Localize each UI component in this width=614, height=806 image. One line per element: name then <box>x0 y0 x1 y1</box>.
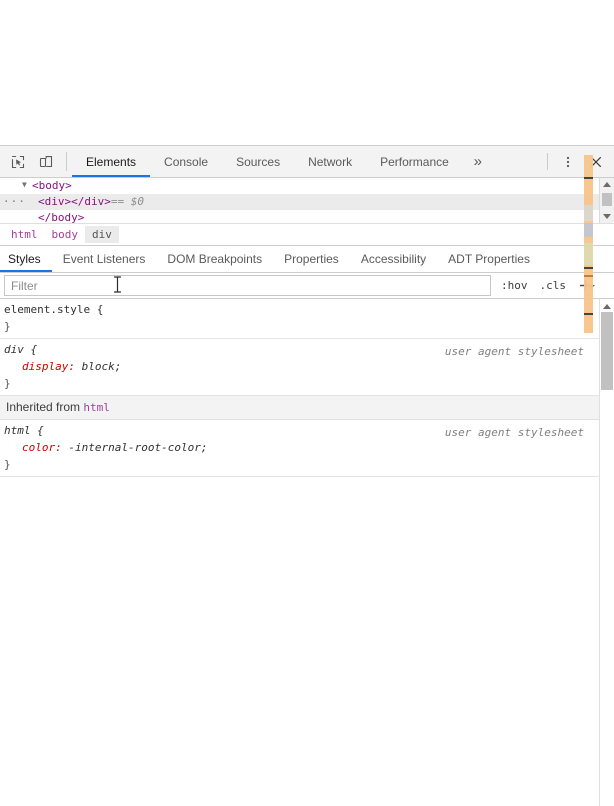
scrollbar-repaint-artifact <box>584 155 593 333</box>
styles-rules-pane[interactable]: element.style { } div { user agent style… <box>0 299 614 806</box>
tab-styles-label: Styles <box>8 252 41 266</box>
devtools-main-toolbar: Elements Console Sources Network Perform… <box>0 146 614 178</box>
tab-accessibility[interactable]: Accessibility <box>350 246 437 272</box>
rule-selector-line[interactable]: element.style { <box>0 301 614 318</box>
tab-dom-breakpoints-label: DOM Breakpoints <box>167 252 263 266</box>
dom-scroll-thumb[interactable] <box>602 193 612 206</box>
tab-elements[interactable]: Elements <box>72 146 151 177</box>
dom-row-div-selected[interactable]: ··· <div></div>== $0 <box>0 194 614 210</box>
tab-sources-label: Sources <box>236 154 281 169</box>
kebab-menu-icon[interactable] <box>554 146 582 177</box>
rule-close-brace: } <box>0 318 614 335</box>
more-tabs-chevron-icon[interactable]: » <box>463 146 493 177</box>
toolbar-right-separator <box>547 153 548 170</box>
declaration-display[interactable]: display: block; <box>0 358 614 375</box>
toggle-element-class-button[interactable]: .cls <box>534 277 573 294</box>
declaration-name-color[interactable]: color: <box>22 441 62 454</box>
tab-sources[interactable]: Sources <box>222 146 294 177</box>
more-tabs-label: » <box>473 153 482 170</box>
declaration-color[interactable]: color: -internal-root-color; <box>0 439 614 456</box>
filter-input[interactable] <box>4 275 491 296</box>
dom-tag-div-open: <div> <box>38 195 72 208</box>
inherited-from-selector[interactable]: html <box>83 401 110 414</box>
rule-close-brace-text: } <box>4 458 11 471</box>
dom-scroll-down-arrow-icon[interactable] <box>600 210 614 223</box>
rule-close-brace-text: } <box>4 320 11 333</box>
dom-tag-body-open: <body> <box>32 179 72 192</box>
styles-pane-scrollbar[interactable] <box>599 299 614 806</box>
tab-network[interactable]: Network <box>294 146 366 177</box>
tab-accessibility-label: Accessibility <box>360 252 427 266</box>
tab-performance[interactable]: Performance <box>366 146 463 177</box>
dom-row-body-open[interactable]: ▼ <body> <box>0 178 614 194</box>
breadcrumb-item-body[interactable]: body <box>45 226 86 243</box>
tab-event-listeners[interactable]: Event Listeners <box>52 246 157 272</box>
dom-selected-ref: == $0 <box>110 195 144 208</box>
tab-properties[interactable]: Properties <box>273 246 350 272</box>
declaration-name-display[interactable]: display: <box>22 360 75 373</box>
toolbar-right-controls <box>541 146 614 177</box>
dom-row-body-close[interactable]: </body> <box>0 210 614 224</box>
style-rule-element-style[interactable]: element.style { } <box>0 299 614 339</box>
tab-console[interactable]: Console <box>150 146 222 177</box>
dom-tag-body-close: </body> <box>38 211 85 224</box>
panel-tabs: Elements Console Sources Network Perform… <box>72 146 541 177</box>
breadcrumb: html body div <box>0 224 614 246</box>
rule-selector-div: div { <box>4 343 38 356</box>
toggle-pseudo-state-button[interactable]: :hov <box>495 277 534 294</box>
tab-performance-label: Performance <box>380 154 449 169</box>
style-rule-html[interactable]: html { user agent stylesheet color: -int… <box>0 420 614 477</box>
tab-styles[interactable]: Styles <box>0 246 52 272</box>
dom-tag-div-close: </div> <box>71 195 111 208</box>
tab-network-label: Network <box>308 154 353 169</box>
rule-close-brace: } <box>0 456 614 473</box>
tab-adt-properties-label: ADT Properties <box>448 252 530 266</box>
declaration-value-display[interactable]: block; <box>82 360 122 373</box>
rule-selector-line[interactable]: html { user agent stylesheet <box>0 422 614 439</box>
rule-selector-line[interactable]: div { user agent stylesheet <box>0 341 614 358</box>
device-toolbar-icon[interactable] <box>32 146 60 177</box>
tab-event-listeners-label: Event Listeners <box>62 252 146 266</box>
breadcrumb-item-html[interactable]: html <box>4 226 45 243</box>
dom-row-ellipsis-badge[interactable]: ··· <box>3 196 26 207</box>
declaration-value-color[interactable]: -internal-root-color; <box>68 441 207 454</box>
inherited-from-label: Inherited from <box>6 400 81 414</box>
dom-tree-scrollbar[interactable] <box>599 178 614 223</box>
tab-properties-label: Properties <box>284 252 339 266</box>
tab-console-label: Console <box>164 154 209 169</box>
styles-scroll-up-arrow-icon[interactable] <box>600 301 613 312</box>
inspect-element-icon[interactable] <box>4 146 32 177</box>
screenshot-root: Elements Console Sources Network Perform… <box>0 0 614 806</box>
page-viewport <box>0 0 614 145</box>
styles-filter-toolbar: :hov .cls <box>0 273 614 299</box>
styles-sidebar-tabs: Styles Event Listeners DOM Breakpoints P… <box>0 246 614 273</box>
twisty-expanded-icon[interactable]: ▼ <box>22 178 32 193</box>
rule-selector-element-style: element.style { <box>4 303 104 316</box>
style-rule-div[interactable]: div { user agent stylesheet display: blo… <box>0 339 614 396</box>
tab-adt-properties[interactable]: ADT Properties <box>437 246 541 272</box>
tab-elements-label: Elements <box>86 154 137 169</box>
rule-selector-html: html { <box>4 424 44 437</box>
rule-close-brace: } <box>0 375 614 392</box>
inherited-from-header: Inherited from html <box>0 396 614 420</box>
toolbar-separator <box>66 152 67 171</box>
rule-close-brace-text: } <box>4 377 11 390</box>
tab-dom-breakpoints[interactable]: DOM Breakpoints <box>156 246 273 272</box>
devtools-window: Elements Console Sources Network Perform… <box>0 145 614 806</box>
dom-tree-pane[interactable]: ▼ <body> ··· <div></div>== $0 </body> <box>0 178 614 224</box>
dom-scroll-up-arrow-icon[interactable] <box>600 178 614 191</box>
styles-scroll-thumb[interactable] <box>601 312 613 390</box>
breadcrumb-item-div[interactable]: div <box>85 226 119 243</box>
